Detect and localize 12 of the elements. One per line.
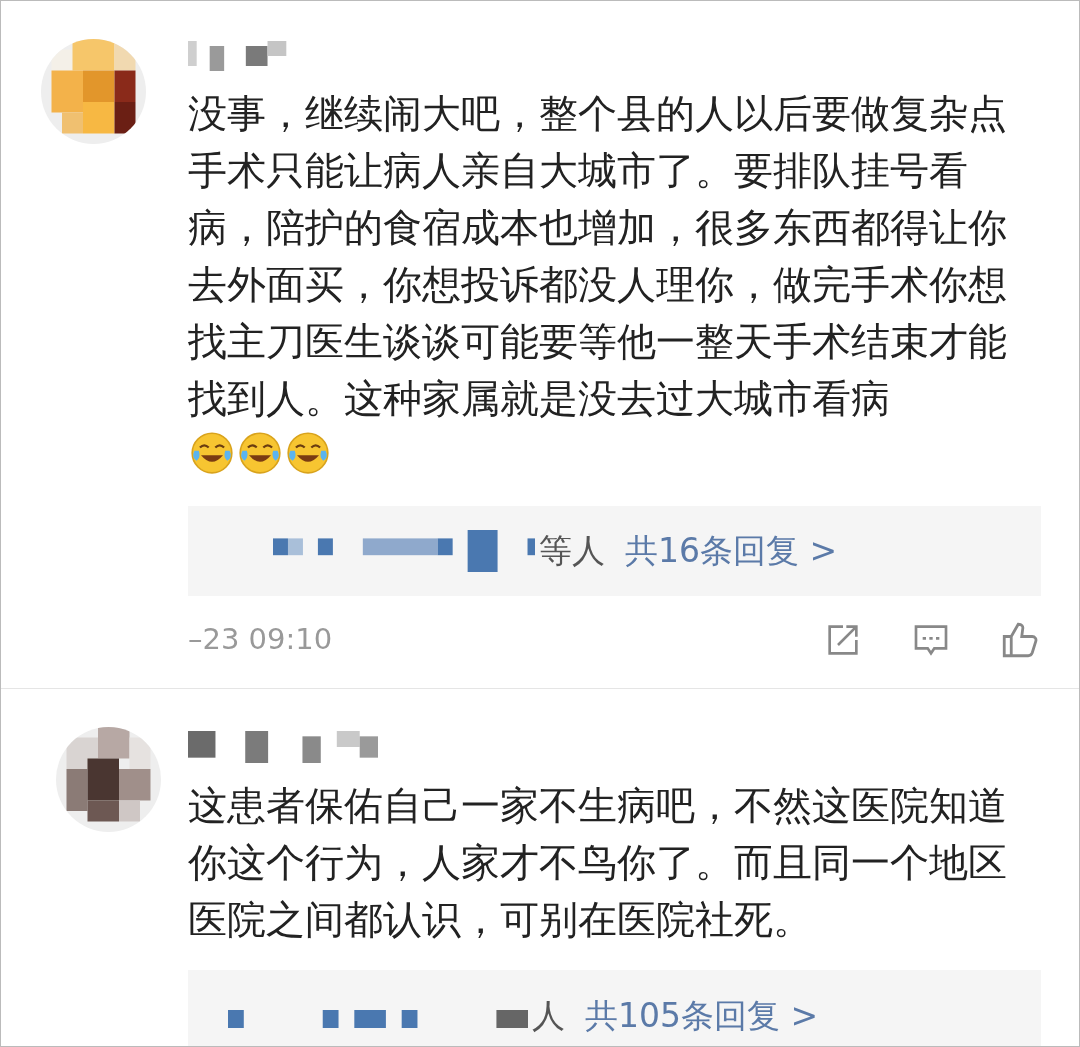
replies-panel[interactable]: 等人 共16条回复 > [188,506,1041,596]
laughing-crying-emoji-icon [238,431,282,475]
laughing-crying-emoji-icon [190,431,234,475]
laughing-crying-emoji-icon [286,431,330,475]
replies-panel[interactable]: 人 共105条回复 > [188,970,1041,1046]
replies-count-link[interactable]: 共16条回复 > [625,526,838,576]
replies-count-link[interactable]: 共105条回复 > [585,991,819,1041]
replies-names-suffix: 等人 [539,530,605,573]
comment-text: 这患者保佑自己一家不生病吧，不然这医院知道你这个行为，人家才不鸟你了。而且同一个地区医院之间都认识，可别在医院社死。 [188,782,1008,944]
replies-names-suffix: 人 [532,995,565,1038]
comment-time: –23 09:10 [188,621,334,659]
comment-text: 没事，继续闹大吧，整个县的人以后要做复杂点手术只能让病人亲自大城市了。要排队挂号看病，陪护的食宿成本也增加，很多东西都得让你去外面买，你想投诉都没人理你，做完手术你想找主刀医生谈谈可能要等他一整天手术结束才能找到人。这种家属就是没去过大城市看病 [188,90,1008,423]
